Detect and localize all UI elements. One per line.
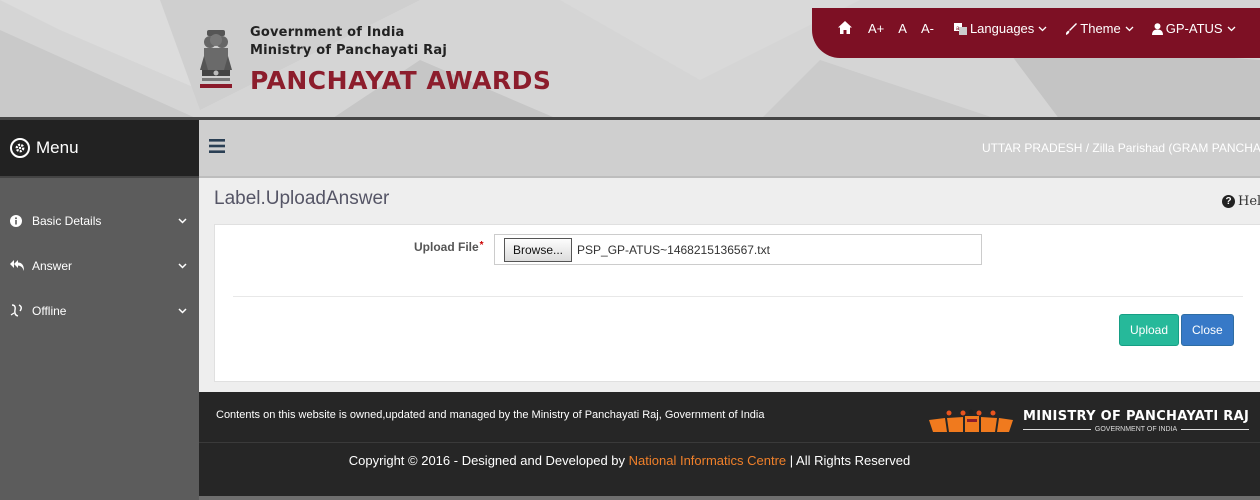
copyright-prefix: Copyright © 2016 - Designed and Develope… xyxy=(348,453,629,468)
upload-file-label: Upload File* xyxy=(414,240,484,254)
font-decrease-button[interactable]: A- xyxy=(921,21,934,36)
theme-label: Theme xyxy=(1080,21,1121,36)
help-link[interactable]: ? Help xyxy=(1222,194,1260,209)
required-mark: * xyxy=(479,240,484,251)
ownership-notice: Contents on this website is owned,update… xyxy=(216,409,765,421)
mopr-title: MINISTRY OF PANCHAYATI RAJ xyxy=(1023,409,1250,424)
reply-all-icon xyxy=(10,260,26,271)
sidebar-item-basic-details[interactable]: Basic Details xyxy=(0,198,199,243)
main-content: UTTAR PRADESH / Zilla Parishad (GRAM PAN… xyxy=(199,120,1260,392)
upload-file-label-text: Upload File xyxy=(414,240,479,254)
chevron-down-icon xyxy=(178,262,187,269)
sidebar-item-label: Offline xyxy=(32,303,67,318)
help-label: Help xyxy=(1238,194,1260,209)
left-sidebar: Menu Basic Details Answer Offline xyxy=(0,120,199,500)
upload-panel: Upload File* Browse... PSP_GP-ATUS~14682… xyxy=(214,224,1260,382)
breadcrumb: UTTAR PRADESH / Zilla Parishad (GRAM PAN… xyxy=(981,141,1260,155)
chevron-down-icon xyxy=(1125,26,1134,31)
mopr-branding: MINISTRY OF PANCHAYATI RAJ GOVERNMENT OF… xyxy=(927,408,1250,434)
rule-line xyxy=(1023,429,1091,430)
languages-dropdown[interactable]: a Languages xyxy=(953,21,1047,36)
footer-divider xyxy=(199,442,1260,443)
file-input[interactable]: Browse... PSP_GP-ATUS~1468215136567.txt xyxy=(494,234,982,265)
upload-button[interactable]: Upload xyxy=(1119,314,1180,346)
site-header: Government of India Ministry of Panchaya… xyxy=(0,0,1260,120)
ministry-label: Ministry of Panchayati Raj xyxy=(250,43,448,58)
menu-label: Menu xyxy=(36,138,79,157)
selected-file-name: PSP_GP-ATUS~1468215136567.txt xyxy=(577,242,770,257)
national-emblem-icon xyxy=(200,30,232,88)
menu-header[interactable]: Menu xyxy=(0,120,199,178)
chevron-down-icon xyxy=(1038,26,1047,31)
mopr-subtitle-text: GOVERNMENT OF INDIA xyxy=(1094,426,1178,433)
divider xyxy=(233,296,1243,297)
chevron-down-icon xyxy=(178,217,187,224)
home-link[interactable] xyxy=(838,21,852,34)
translate-icon: a xyxy=(953,22,967,35)
panchayat-logo-icon xyxy=(929,409,1013,432)
copyright-notice: Copyright © 2016 - Designed and Develope… xyxy=(199,453,1260,468)
home-icon xyxy=(838,21,852,34)
brush-icon xyxy=(1066,22,1078,35)
nic-link[interactable]: National Informatics Centre xyxy=(629,453,787,468)
user-icon xyxy=(1151,22,1163,35)
sidebar-menu: Basic Details Answer Offline xyxy=(0,178,199,333)
brand-block: Government of India Ministry of Panchaya… xyxy=(250,24,551,95)
font-normal-button[interactable]: A xyxy=(898,21,907,36)
sidebar-item-answer[interactable]: Answer xyxy=(0,243,199,288)
theme-dropdown[interactable]: Theme xyxy=(1065,21,1134,36)
sidebar-item-offline[interactable]: Offline xyxy=(0,288,199,333)
offline-icon xyxy=(10,304,26,317)
content-header: UTTAR PRADESH / Zilla Parishad (GRAM PAN… xyxy=(199,120,1260,178)
copyright-suffix: | All Rights Reserved xyxy=(786,453,911,468)
browse-button[interactable]: Browse... xyxy=(504,237,573,262)
site-title: PANCHAYAT AWARDS xyxy=(250,66,552,95)
gear-icon xyxy=(10,138,30,158)
close-button[interactable]: Close xyxy=(1181,314,1234,346)
page-title: Label.UploadAnswer xyxy=(214,188,390,209)
user-name: GP-ATUS xyxy=(1165,21,1223,36)
chevron-down-icon xyxy=(178,307,187,314)
info-icon xyxy=(10,214,26,227)
user-dropdown[interactable]: GP-ATUS xyxy=(1151,21,1236,36)
site-footer: Contents on this website is owned,update… xyxy=(199,392,1260,500)
font-increase-button[interactable]: A+ xyxy=(868,21,884,36)
rule-line xyxy=(1181,429,1250,430)
question-circle-icon: ? xyxy=(1222,195,1235,208)
government-label: Government of India xyxy=(250,25,405,40)
sidebar-item-label: Answer xyxy=(32,258,73,273)
mopr-text: MINISTRY OF PANCHAYATI RAJ GOVERNMENT OF… xyxy=(1023,409,1250,433)
hamburger-icon[interactable] xyxy=(209,138,225,158)
chevron-down-icon xyxy=(1227,26,1236,31)
languages-label: Languages xyxy=(969,21,1035,36)
sidebar-item-label: Basic Details xyxy=(32,213,102,228)
bottom-strip xyxy=(199,496,1260,500)
top-toolbar: A+ A A- a Languages Theme GP-ATUS xyxy=(812,8,1260,58)
mopr-subtitle: GOVERNMENT OF INDIA xyxy=(1023,426,1250,433)
